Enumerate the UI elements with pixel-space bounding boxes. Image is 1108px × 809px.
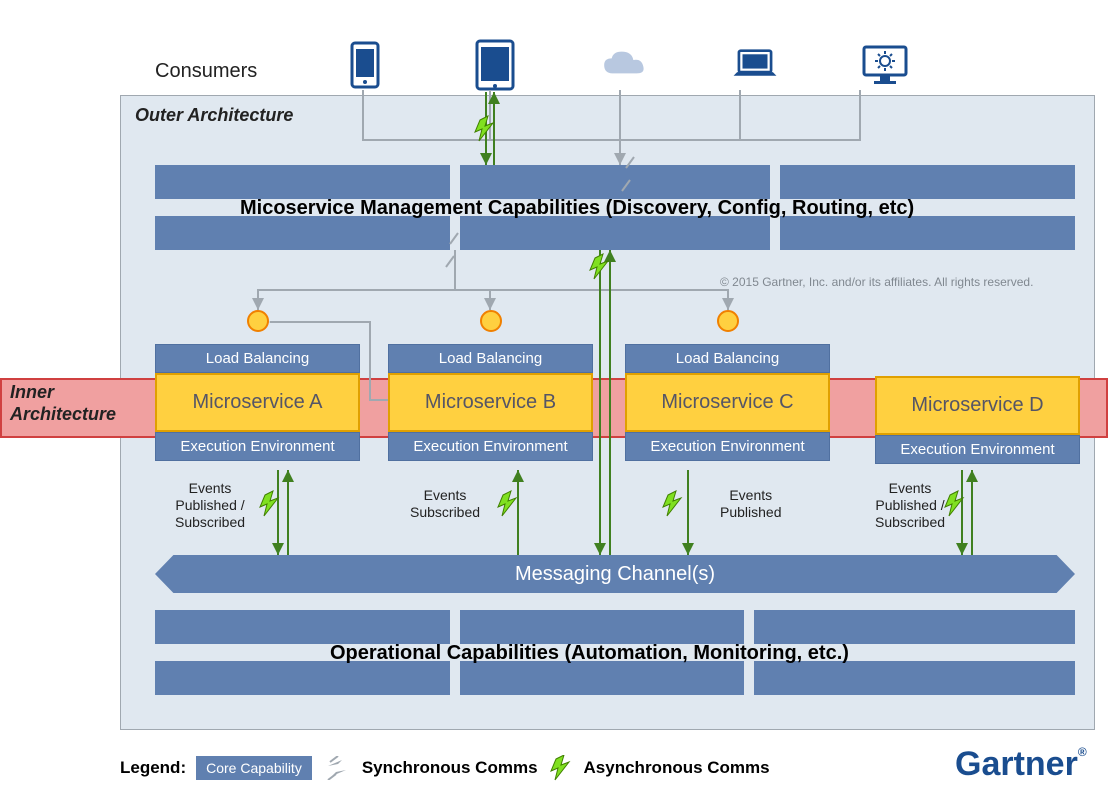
sync-comms-icon: [322, 756, 352, 780]
ops-block: [754, 610, 1075, 644]
ops-block: [155, 610, 450, 644]
mgmt-block: [780, 165, 1075, 199]
events-label-a: Events Published / Subscribed: [175, 480, 245, 530]
execution-environment-box: Execution Environment: [875, 435, 1080, 464]
legend-label: Legend:: [120, 758, 186, 778]
laptop-icon: [730, 40, 780, 90]
operational-capabilities-label: Operational Capabilities (Automation, Mo…: [330, 642, 849, 665]
legend-sync-label: Synchronous Comms: [362, 758, 538, 778]
events-label-c: Events Published: [720, 487, 782, 521]
async-comms-icon: [548, 755, 574, 781]
microservice-column-b: Load Balancing Microservice B Execution …: [388, 344, 593, 461]
microservice-column-a: Load Balancing Microservice A Execution …: [155, 344, 360, 461]
outer-architecture-label: Outer Architecture: [135, 105, 293, 126]
tablet-icon: [470, 40, 520, 90]
mgmt-block: [155, 216, 450, 250]
mgmt-block: [780, 216, 1075, 250]
microservice-b-box: Microservice B: [388, 373, 593, 432]
messaging-channel-box: Messaging Channel(s): [155, 555, 1075, 593]
execution-environment-box: Execution Environment: [388, 432, 593, 461]
consumer-icons-row: [340, 40, 910, 90]
inner-architecture-label: Inner Architecture: [10, 382, 116, 425]
events-label-b: Events Subscribed: [410, 487, 480, 521]
cloud-icon: [600, 40, 650, 90]
legend-core-capability: Core Capability: [196, 756, 312, 780]
management-capabilities-label: Micoservice Management Capabilities (Dis…: [240, 197, 914, 220]
load-balancer-node-icon: [247, 310, 269, 332]
phone-icon: [340, 40, 390, 90]
settings-screen-icon: [860, 40, 910, 90]
load-balancer-node-icon: [480, 310, 502, 332]
microservice-a-box: Microservice A: [155, 373, 360, 432]
load-balancer-node-icon: [717, 310, 739, 332]
load-balancing-box: Load Balancing: [625, 344, 830, 373]
copyright-text: © 2015 Gartner, Inc. and/or its affiliat…: [720, 275, 1033, 289]
events-label-d: Events Published / Subscribed: [875, 480, 945, 530]
ops-block: [754, 661, 1075, 695]
microservice-column-d: Microservice D Execution Environment: [875, 376, 1080, 464]
ops-block: [460, 661, 744, 695]
mgmt-block: [460, 216, 770, 250]
gartner-logo: Gartner®: [955, 745, 1087, 784]
microservice-c-box: Microservice C: [625, 373, 830, 432]
execution-environment-box: Execution Environment: [155, 432, 360, 461]
load-balancing-box: Load Balancing: [388, 344, 593, 373]
ops-block: [460, 610, 744, 644]
microservice-d-box: Microservice D: [875, 376, 1080, 435]
mgmt-block: [460, 165, 770, 199]
execution-environment-box: Execution Environment: [625, 432, 830, 461]
ops-block: [155, 661, 450, 695]
microservice-column-c: Load Balancing Microservice C Execution …: [625, 344, 830, 461]
consumers-label: Consumers: [155, 60, 257, 83]
legend-row: Legend: Core Capability Synchronous Comm…: [120, 755, 770, 781]
load-balancing-box: Load Balancing: [155, 344, 360, 373]
legend-async-label: Asynchronous Comms: [584, 758, 770, 778]
mgmt-block: [155, 165, 450, 199]
